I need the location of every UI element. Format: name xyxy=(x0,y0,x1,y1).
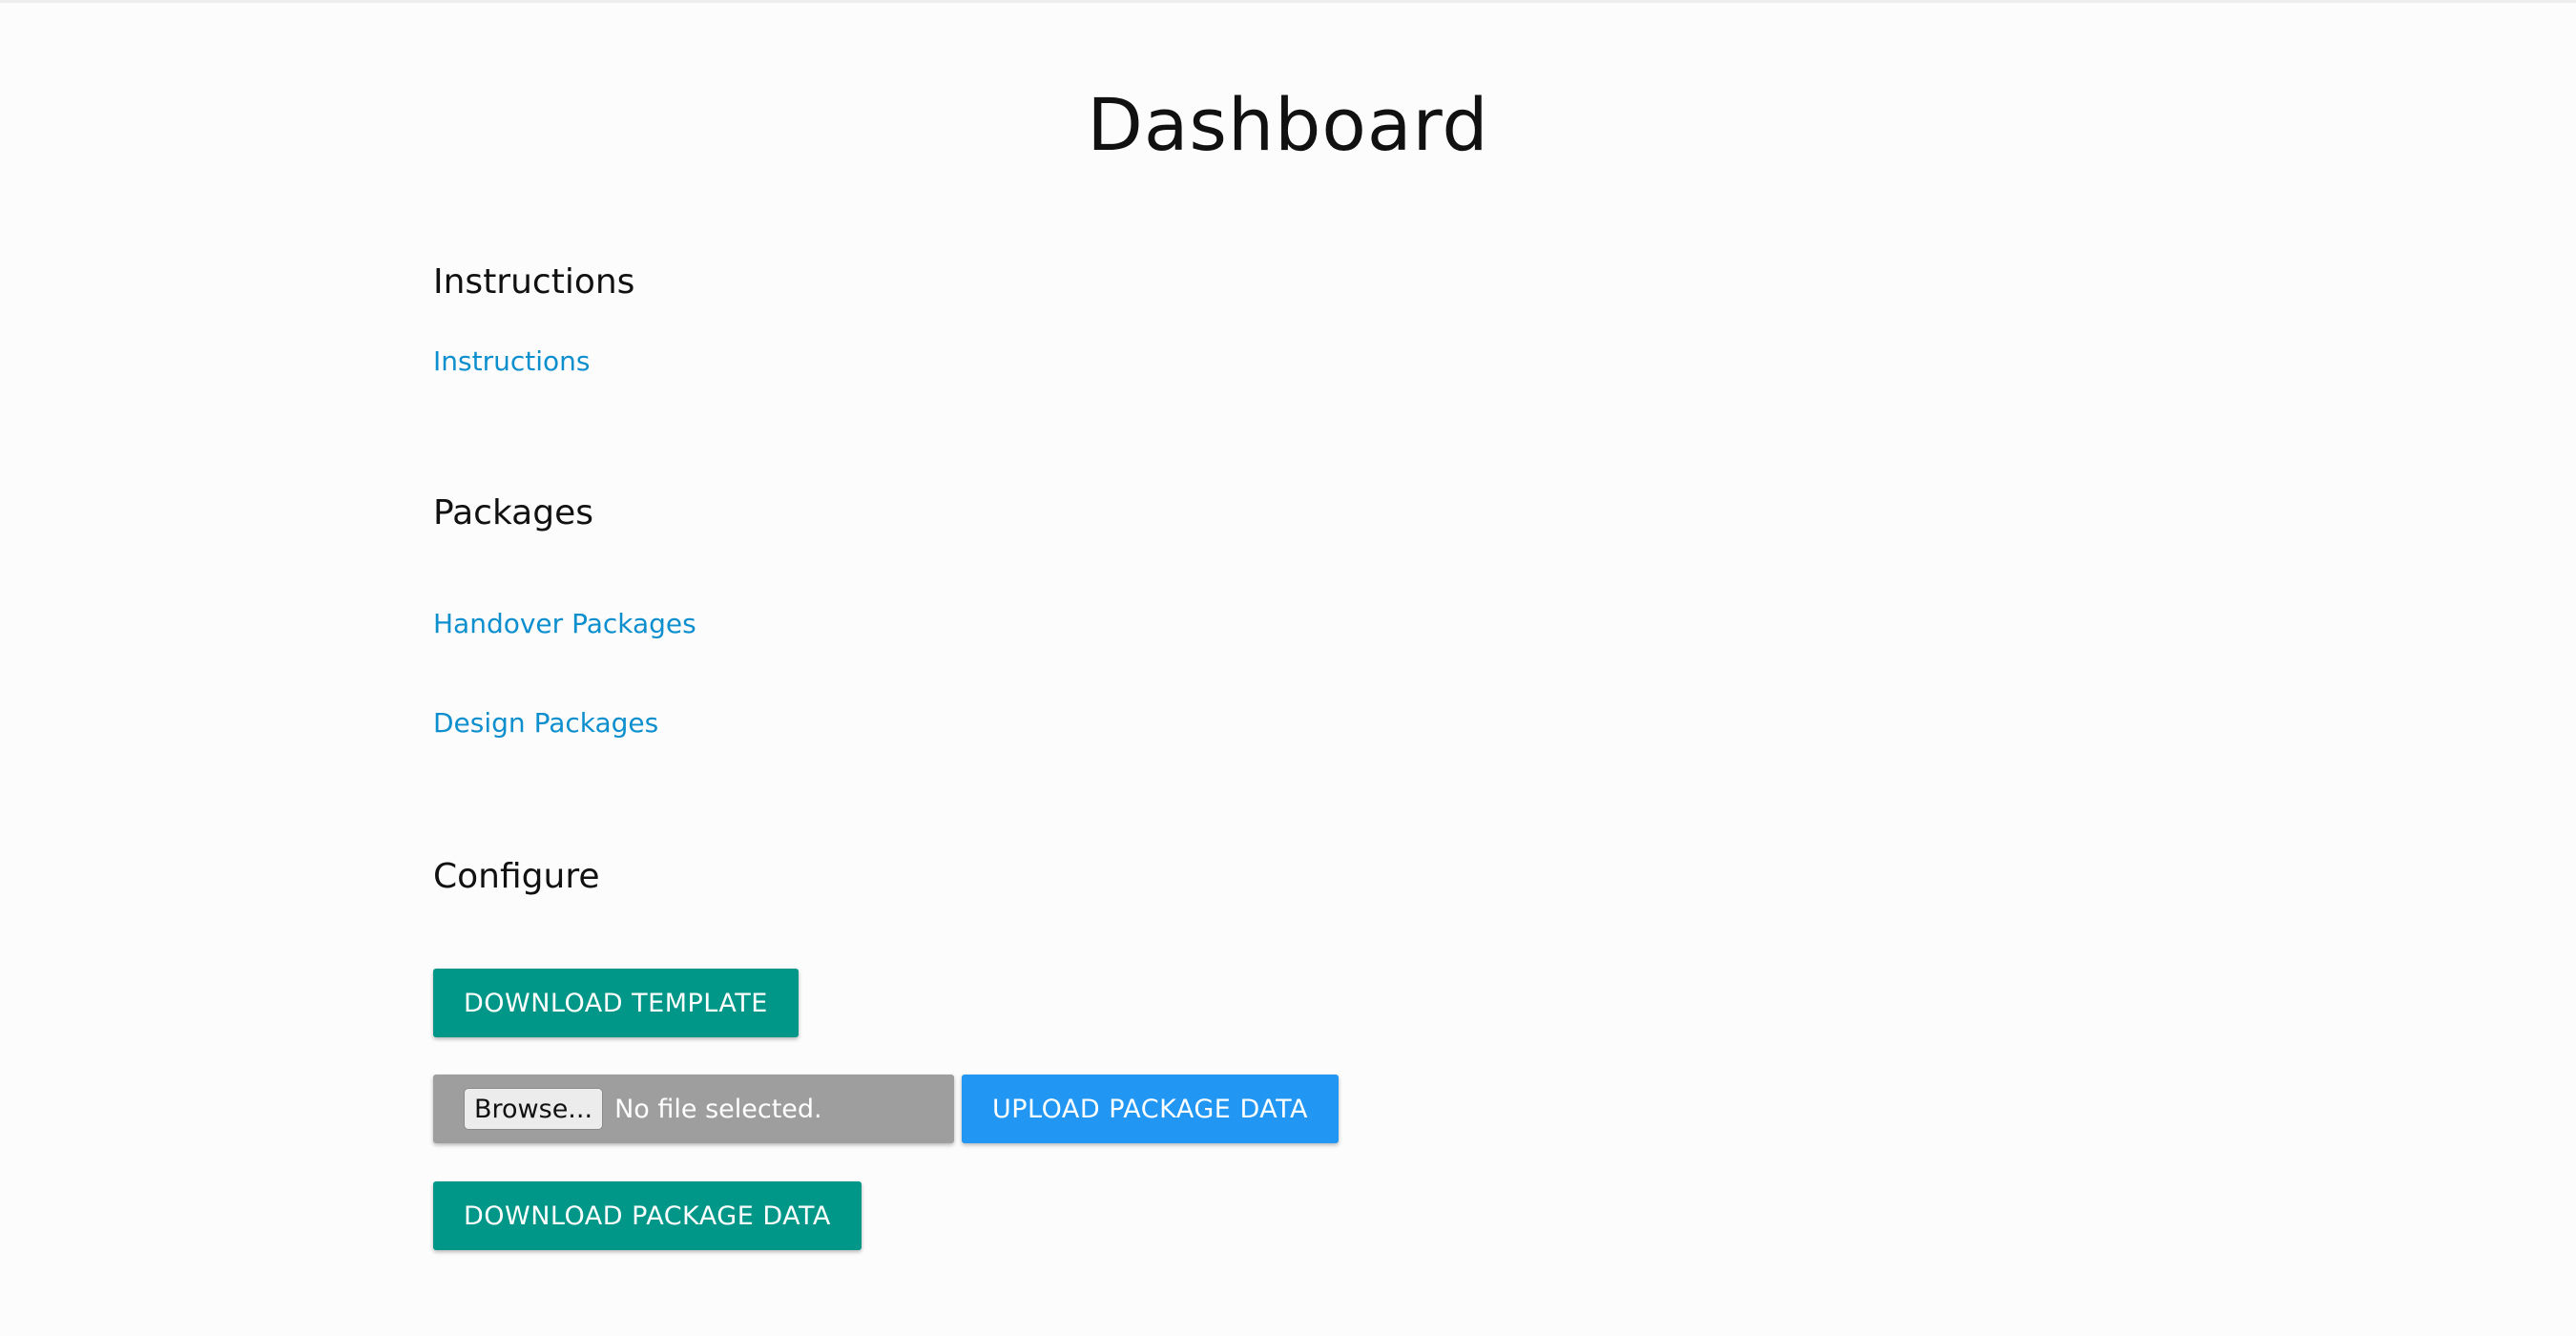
browse-button[interactable]: Browse... xyxy=(464,1088,604,1130)
design-packages-link[interactable]: Design Packages xyxy=(433,705,658,741)
upload-package-data-button[interactable]: UPLOAD PACKAGE DATA xyxy=(962,1075,1339,1143)
file-status-text: No file selected. xyxy=(614,1094,822,1124)
instructions-heading: Instructions xyxy=(433,262,635,302)
handover-packages-link[interactable]: Handover Packages xyxy=(433,606,696,642)
instructions-link[interactable]: Instructions xyxy=(433,344,590,380)
packages-heading: Packages xyxy=(433,493,593,532)
page-title: Dashboard xyxy=(1087,82,1489,167)
file-input[interactable]: Browse... No file selected. xyxy=(433,1075,954,1143)
download-template-button[interactable]: DOWNLOAD TEMPLATE xyxy=(433,969,799,1037)
dashboard-page: Dashboard Instructions Instructions Pack… xyxy=(0,0,2576,1336)
configure-heading: Configure xyxy=(433,857,600,896)
download-package-data-button[interactable]: DOWNLOAD PACKAGE DATA xyxy=(433,1181,862,1250)
